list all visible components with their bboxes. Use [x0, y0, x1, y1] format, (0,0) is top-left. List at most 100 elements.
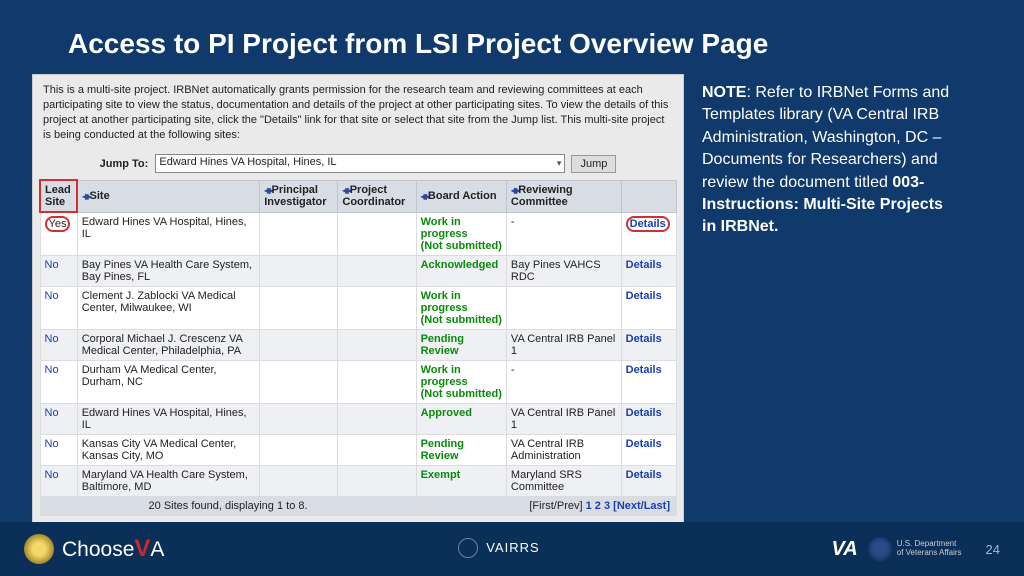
board-action-value: Work in progress	[421, 290, 468, 314]
lead-site-value: No	[45, 364, 59, 376]
site-cell: Clement J. Zablocki VA Medical Center, M…	[77, 286, 259, 329]
pi-cell	[260, 465, 338, 496]
jump-label: Jump To:	[100, 158, 149, 170]
pager-label: 20 Sites found, displaying 1 to 8.	[40, 496, 416, 515]
jump-select-value: Edward Hines VA Hospital, Hines, IL	[159, 156, 336, 168]
board-action-value: Work in progress	[421, 216, 468, 240]
board-action-value: Pending Review	[421, 438, 464, 462]
network-icon	[456, 536, 480, 560]
details-link[interactable]: Details	[626, 333, 662, 345]
pi-cell	[260, 329, 338, 360]
side-note: NOTE: Refer to IRBNet Forms and Template…	[684, 74, 954, 523]
details-link[interactable]: Details	[626, 469, 662, 481]
sort-icon: ◀▶	[421, 192, 427, 201]
col-pi[interactable]: ◀▶Principal Investigator	[260, 180, 338, 212]
table-row: No Clement J. Zablocki VA Medical Center,…	[40, 286, 677, 329]
details-link[interactable]: Details	[626, 364, 662, 376]
site-cell: Corporal Michael J. Crescenz VA Medical …	[77, 329, 259, 360]
pager-page-3[interactable]: 3	[604, 500, 610, 512]
site-cell: Kansas City VA Medical Center, Kansas Ci…	[77, 434, 259, 465]
jump-select[interactable]: Edward Hines VA Hospital, Hines, IL ▾	[155, 154, 565, 173]
col-lead-site[interactable]: Lead Site	[40, 180, 77, 212]
table-row: No Durham VA Medical Center, Durham, NC Wo…	[40, 360, 677, 403]
footer: ChooseVA VAIRRS VA U.S. Department of Ve…	[0, 522, 1024, 576]
board-action-value: Work in progress	[421, 364, 468, 388]
lead-site-value: No	[45, 438, 59, 450]
board-action-value: Pending Review	[421, 333, 464, 357]
col-board-action[interactable]: ◀▶Board Action	[416, 180, 506, 212]
details-link[interactable]: Details	[626, 290, 662, 302]
intro-text: This is a multi-site project. IRBNet aut…	[39, 81, 677, 150]
pc-cell	[338, 360, 416, 403]
pc-cell	[338, 465, 416, 496]
pi-cell	[260, 255, 338, 286]
lead-site-value: No	[45, 290, 59, 302]
note-prefix: NOTE	[702, 84, 746, 101]
pager-page-1: 1	[586, 500, 592, 512]
table-row: No Bay Pines VA Health Care System, Bay P…	[40, 255, 677, 286]
dept-text: U.S. Department of Veterans Affairs	[897, 540, 962, 558]
jump-row: Jump To: Edward Hines VA Hospital, Hines…	[39, 150, 677, 179]
site-cell: Bay Pines VA Health Care System, Bay Pin…	[77, 255, 259, 286]
pager-first-prev: [First/Prev]	[529, 500, 582, 512]
choose-va-logo: ChooseVA	[62, 535, 164, 563]
board-action-sub: (Not submitted)	[421, 314, 502, 326]
checkmark-icon: V	[134, 535, 150, 562]
content-area: This is a multi-site project. IRBNet aut…	[0, 74, 1024, 523]
lead-site-value: Yes	[45, 216, 71, 232]
pc-cell	[338, 329, 416, 360]
table-row: NoMaryland VA Health Care System, Baltim…	[40, 465, 677, 496]
board-action-sub: (Not submitted)	[421, 240, 502, 252]
pi-cell	[260, 212, 338, 255]
pager-nav: [First/Prev] 1 2 3 [Next/Last]	[416, 496, 676, 515]
lead-site-value: No	[45, 407, 59, 419]
board-action-value: Acknowledged	[421, 259, 499, 271]
jump-button[interactable]: Jump	[571, 155, 616, 173]
rc-cell: VA Central IRB Panel 1	[506, 403, 621, 434]
sort-icon: ◀▶	[82, 192, 88, 201]
pager-next-last[interactable]: [Next/Last]	[613, 500, 670, 512]
site-cell: Edward Hines VA Hospital, Hines, IL	[77, 403, 259, 434]
table-row: No Edward Hines VA Hospital, Hines, IL App…	[40, 403, 677, 434]
details-link[interactable]: Details	[626, 259, 662, 271]
col-pc[interactable]: ◀▶Project Coordinator	[338, 180, 416, 212]
pi-cell	[260, 403, 338, 434]
rc-cell: Maryland SRS Committee	[506, 465, 621, 496]
rc-cell: -	[506, 212, 621, 255]
board-action-sub: (Not submitted)	[421, 388, 502, 400]
pc-cell	[338, 434, 416, 465]
site-cell: Edward Hines VA Hospital, Hines, IL	[77, 212, 259, 255]
page-title: Access to PI Project from LSI Project Ov…	[0, 0, 1024, 74]
footer-center: VAIRRS	[164, 536, 831, 563]
pc-cell	[338, 212, 416, 255]
pc-cell	[338, 403, 416, 434]
details-link[interactable]: Details	[626, 216, 670, 232]
table-row: No Kansas City VA Medical Center, Kansas …	[40, 434, 677, 465]
site-cell: Maryland VA Health Care System, Baltimor…	[77, 465, 259, 496]
sites-table: Lead Site ◀▶Site ◀▶Principal Investigato…	[39, 179, 677, 516]
details-link[interactable]: Details	[626, 407, 662, 419]
pc-cell	[338, 286, 416, 329]
dept-seal-icon	[868, 537, 892, 561]
pi-cell	[260, 286, 338, 329]
col-details	[621, 180, 676, 212]
details-link[interactable]: Details	[626, 438, 662, 450]
chevron-down-icon: ▾	[557, 158, 562, 169]
rc-cell: -	[506, 360, 621, 403]
pager-page-2[interactable]: 2	[595, 500, 601, 512]
table-row: Yes Edward Hines VA Hospital, Hines, IL Wo…	[40, 212, 677, 255]
col-reviewing-committee[interactable]: ◀▶Reviewing Committee	[506, 180, 621, 212]
sort-icon: ◀▶	[342, 186, 348, 195]
footer-right: VA U.S. Department of Veterans Affairs 2…	[831, 537, 1000, 561]
irbnet-panel: This is a multi-site project. IRBNet aut…	[32, 74, 684, 523]
site-cell: Durham VA Medical Center, Durham, NC	[77, 360, 259, 403]
pc-cell	[338, 255, 416, 286]
pager-row: 20 Sites found, displaying 1 to 8. [Firs…	[40, 496, 677, 515]
lead-site-value: No	[45, 259, 59, 271]
sort-icon: ◀▶	[511, 186, 517, 195]
pi-cell	[260, 360, 338, 403]
col-site[interactable]: ◀▶Site	[77, 180, 259, 212]
rc-cell	[506, 286, 621, 329]
board-action-value: Approved	[421, 407, 472, 419]
rc-cell: Bay Pines VAHCS RDC	[506, 255, 621, 286]
